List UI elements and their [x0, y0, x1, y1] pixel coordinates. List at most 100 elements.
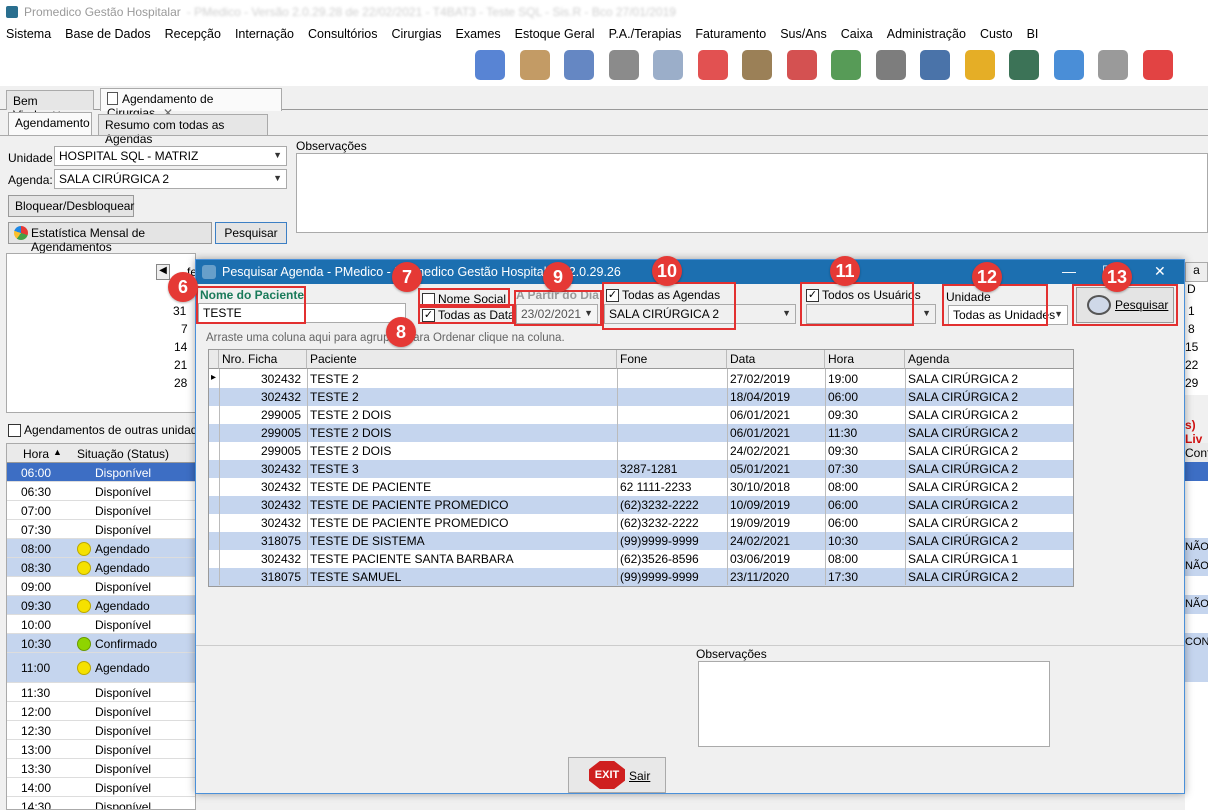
table-row[interactable]: 302432 TESTE DE PACIENTE 62 1111-2233 30/10… — [209, 478, 1073, 496]
agenda-select[interactable]: SALA CIRÚRGICA 2 ▼ — [54, 169, 287, 189]
schedule-row[interactable]: 13:30 Disponível — [7, 759, 195, 778]
calendar-day[interactable]: 29 — [1185, 376, 1198, 390]
menu-item[interactable]: P.A./Terapias — [609, 27, 682, 41]
menu-item[interactable]: Sistema — [6, 27, 51, 41]
table-row[interactable]: 302432 TESTE PACIENTE SANTA BARBARA (62)35… — [209, 550, 1073, 568]
reception-icon[interactable] — [519, 50, 550, 80]
calendar-day[interactable]: 1 — [1188, 304, 1195, 318]
tab-resumo-agendas[interactable]: Resumo com todas as Agendas — [98, 114, 268, 146]
col-hora[interactable]: Hora — [825, 350, 905, 369]
schedule-row[interactable]: 13:00 Disponível — [7, 740, 195, 759]
table-row[interactable]: 302432 TESTE DE PACIENTE PROMEDICO (62)323… — [209, 496, 1073, 514]
col-paciente[interactable]: Paciente — [307, 350, 617, 369]
observacoes-textarea[interactable] — [296, 153, 1208, 233]
col-nro-ficha[interactable]: Nro. Ficha — [219, 350, 307, 369]
phone-icon[interactable] — [964, 50, 995, 80]
schedule-row[interactable]: 06:00 Disponível — [7, 463, 195, 482]
schedule-row[interactable]: 08:00 Agendado — [7, 539, 195, 558]
bloquear-button[interactable]: Bloquear/Desbloquear — [8, 195, 134, 217]
prescription-icon[interactable] — [608, 50, 639, 80]
boxes-icon[interactable] — [742, 50, 772, 80]
tab-agendamento-cirurgias[interactable]: Agendamento de Cirurgias ✕ — [100, 88, 282, 120]
table-row[interactable]: 318075 TESTE SAMUEL (99)9999-9999 23/11/202… — [209, 568, 1073, 586]
tab-bem-vindo[interactable]: Bem Vindo✕ — [6, 90, 94, 122]
menu-item[interactable]: Base de Dados — [65, 27, 150, 41]
calendar-day[interactable]: 8 — [1188, 322, 1195, 336]
checkbox-box[interactable] — [8, 423, 21, 437]
tab-agendamento[interactable]: Agendamento — [8, 112, 92, 135]
menu-item[interactable]: Caixa — [841, 27, 873, 41]
card-icon[interactable] — [920, 50, 950, 80]
menu-item[interactable]: Exames — [456, 27, 501, 41]
grid-divider — [617, 369, 618, 585]
outras-unidades-checkbox[interactable]: Agendamentos de outras unidades — [8, 423, 210, 437]
schedule-row[interactable]: 09:00 Disponível — [7, 577, 195, 596]
calendar-next-button[interactable]: a — [1185, 262, 1208, 282]
menu-item[interactable]: BI — [1027, 27, 1039, 41]
table-row[interactable]: 299005 TESTE 2 DOIS 24/02/2021 09:30 SALA CI… — [209, 442, 1073, 460]
menu-item[interactable]: Estoque Geral — [515, 27, 595, 41]
table-row[interactable]: 299005 TESTE 2 DOIS 06/01/2021 11:30 SALA CI… — [209, 424, 1073, 442]
safe-icon[interactable] — [875, 50, 906, 80]
calendar-day[interactable]: 15 — [1185, 340, 1198, 354]
menu-item[interactable]: Faturamento — [695, 27, 766, 41]
power-icon[interactable] — [1142, 50, 1173, 80]
minimize-icon[interactable]: — — [1062, 263, 1076, 279]
calendar-day[interactable]: 22 — [1185, 358, 1198, 372]
estatistica-button[interactable]: Estatística Mensal de Agendamentos — [8, 222, 212, 254]
pesquisar-button-main[interactable]: Pesquisar — [215, 222, 287, 244]
table-row[interactable]: ▸ 302432 TESTE 2 27/02/2019 19:00 SALA CIRÚRG… — [209, 370, 1073, 388]
col-data[interactable]: Data — [727, 350, 825, 369]
schedule-row[interactable]: 08:30 Agendado — [7, 558, 195, 577]
calendar-day[interactable]: 21 — [174, 358, 187, 372]
schedule-row[interactable]: 12:00 Disponível — [7, 702, 195, 721]
menu-item[interactable]: Consultórios — [308, 27, 377, 41]
schedule-row[interactable]: 14:30 Disponível — [7, 797, 195, 809]
schedule-row[interactable]: 11:00 Agendado — [7, 653, 195, 683]
calendar-day[interactable]: 7 — [181, 322, 188, 336]
close-icon[interactable]: ✕ — [1154, 263, 1166, 280]
table-row[interactable]: 302432 TESTE 2 18/04/2019 06:00 SALA CIRÚRGI… — [209, 388, 1073, 406]
schedule-row[interactable]: 07:30 Disponível — [7, 520, 195, 539]
bed-icon[interactable] — [653, 50, 683, 80]
menu-item[interactable]: Recepção — [165, 27, 221, 41]
col-situacao[interactable]: Situação (Status) — [77, 447, 169, 461]
calendar-day[interactable]: 31 — [173, 304, 186, 318]
menu-item[interactable]: Cirurgias — [392, 27, 442, 41]
table-row[interactable]: 302432 TESTE DE PACIENTE PROMEDICO (62)323… — [209, 514, 1073, 532]
col-confirmado[interactable]: Confi — [1185, 443, 1208, 462]
menu-item[interactable]: Administração — [887, 27, 966, 41]
doctor-icon[interactable] — [564, 50, 594, 80]
calendar-prev-button[interactable]: ◀ — [156, 264, 170, 280]
schedule-row[interactable]: 07:00 Disponível — [7, 501, 195, 520]
schedule-row[interactable]: 06:30 Disponível — [7, 482, 195, 501]
menu-item[interactable]: Sus/Ans — [780, 27, 827, 41]
schedule-row[interactable]: 10:30 Confirmado — [7, 634, 195, 653]
col-fone[interactable]: Fone — [617, 350, 727, 369]
col-hora[interactable]: Hora — [23, 447, 49, 461]
col-agenda[interactable]: Agenda — [905, 350, 1073, 369]
sair-button[interactable]: EXIT Sair — [568, 757, 666, 793]
menu-item[interactable]: Custo — [980, 27, 1013, 41]
chat-icon[interactable] — [1053, 50, 1084, 80]
table-row[interactable]: 302432 TESTE 3 3287-1281 05/01/2021 07:30 SAL… — [209, 460, 1073, 478]
unidade-select[interactable]: HOSPITAL SQL - MATRIZ ▼ — [54, 146, 287, 166]
schedule-row[interactable]: 11:30 Disponível — [7, 683, 195, 702]
ambulance-icon[interactable] — [697, 50, 728, 80]
schedule-row[interactable]: 14:00 Disponível — [7, 778, 195, 797]
menu-item[interactable]: Internação — [235, 27, 294, 41]
calendar-day[interactable]: 28 — [174, 376, 187, 390]
table-row[interactable]: 299005 TESTE 2 DOIS 06/01/2021 09:30 SALA CI… — [209, 406, 1073, 424]
calculator-icon[interactable] — [1098, 50, 1128, 80]
book-icon[interactable] — [1009, 50, 1039, 80]
schedule-row[interactable]: 09:30 Agendado — [7, 596, 195, 615]
calendar-day[interactable]: 14 — [174, 340, 187, 354]
stock-up-icon[interactable] — [786, 50, 817, 80]
finance-icon[interactable] — [831, 50, 861, 80]
schedule-row[interactable]: 12:30 Disponível — [7, 721, 195, 740]
row-status: Disponível — [95, 618, 152, 632]
observacoes-box[interactable] — [698, 661, 1050, 747]
table-row[interactable]: 318075 TESTE DE SISTEMA (99)9999-9999 24/02… — [209, 532, 1073, 550]
refresh-users-icon[interactable] — [475, 50, 505, 80]
schedule-row[interactable]: 10:00 Disponível — [7, 615, 195, 634]
